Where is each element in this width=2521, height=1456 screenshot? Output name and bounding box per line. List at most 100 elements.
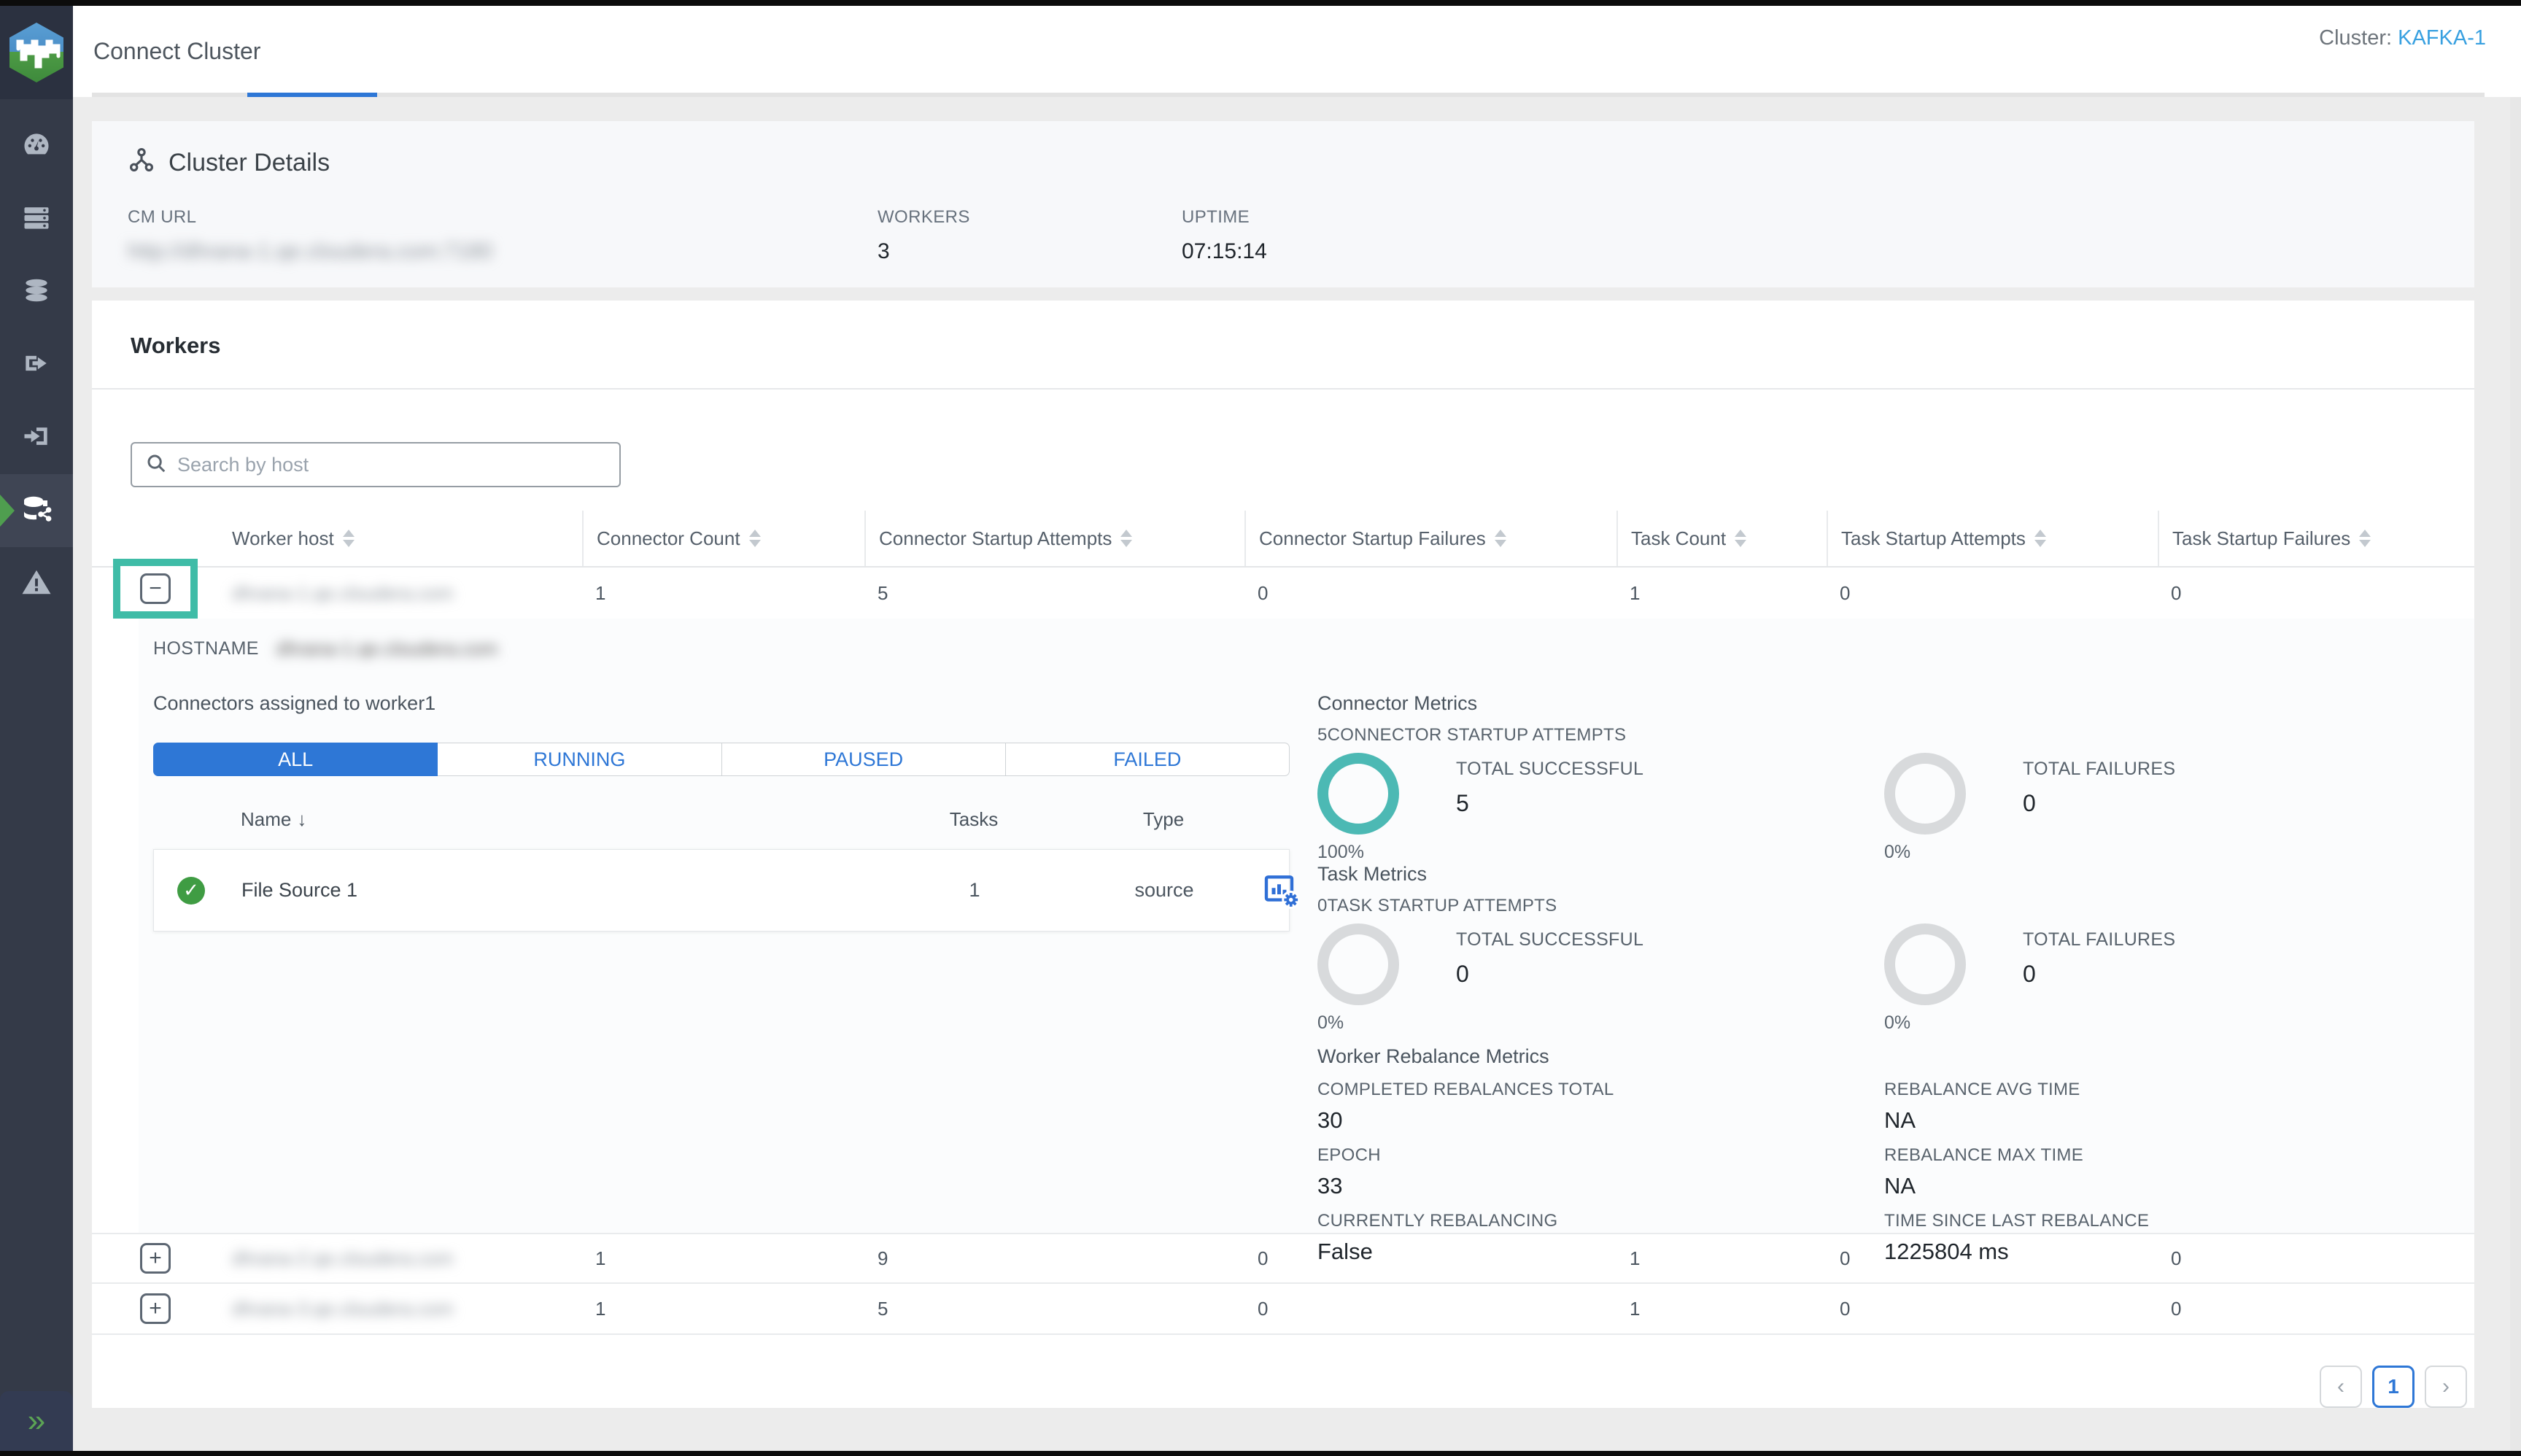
connectors-panel: Connectors assigned to worker1 ALL RUNNI…: [153, 692, 1290, 1277]
task-success-donut: [1317, 923, 1399, 1005]
col-name[interactable]: Name ↓: [241, 808, 883, 831]
collapse-row-button[interactable]: −: [140, 573, 171, 604]
tab-paused[interactable]: PAUSED: [722, 743, 1006, 776]
connect-icon: [19, 492, 54, 530]
worker-detail-panel: HOSTNAME dhrana-1.qe.cloudera.com Connec…: [139, 619, 2474, 1233]
scrollbar-track[interactable]: [2510, 6, 2521, 1451]
uptime-value: 07:15:14: [1182, 239, 1267, 264]
connector-tasks: 1: [883, 879, 1066, 902]
search-icon: [145, 452, 167, 478]
connector-startup-attempts-line: 5CONNECTOR STARTUP ATTEMPTS: [1317, 725, 2474, 746]
cm-url-field: CM URL http://dhrana-1.qe.cloudera.com:7…: [128, 207, 492, 264]
pagination-page-1-button[interactable]: 1: [2372, 1366, 2414, 1408]
task-metrics-donuts: TOTAL SUCCESSFUL 0 TOTAL FAILURES 0: [1317, 923, 2474, 1005]
connectors-table-header: Name ↓ Tasks Type: [153, 798, 1290, 840]
workers-value: 3: [878, 239, 970, 264]
sidebar-item-alerts[interactable]: [0, 547, 73, 620]
sidebar-item-consumers[interactable]: [0, 401, 73, 474]
sidebar-nav: [0, 109, 73, 620]
expander-cell: +: [92, 1293, 219, 1324]
sidebar-item-producers[interactable]: [0, 328, 73, 401]
workers-table: Worker host Connector Count Connector St…: [92, 511, 2474, 1335]
pagination-next-button[interactable]: ›: [2425, 1366, 2467, 1408]
window-bottom-edge: [0, 1451, 2521, 1456]
col-worker-host[interactable]: Worker host: [219, 511, 582, 566]
workers-table-header: Worker host Connector Count Connector St…: [92, 511, 2474, 568]
expander-column-header: [92, 511, 219, 566]
worker-host-value: dhrana-2.qe.cloudera.com: [219, 1247, 582, 1270]
col-task-startup-attempts[interactable]: Task Startup Attempts: [1827, 511, 2158, 566]
divider: [92, 388, 2474, 390]
worker-row-1: − dhrana-1.qe.cloudera.com 1 5 0 1 0 0: [92, 568, 2474, 619]
connector-name: File Source 1: [241, 879, 883, 902]
tab-all[interactable]: ALL: [153, 743, 438, 776]
task-startup-failures-value: 0: [2158, 582, 2474, 605]
cluster-label: Cluster:: [2319, 26, 2392, 50]
rebalance-max-time-field: REBALANCE MAX TIME NA: [1884, 1145, 2474, 1199]
active-tab-indicator: [247, 93, 377, 97]
workers-section-title: Workers: [92, 301, 2474, 359]
sidebar-expand-button[interactable]: »: [0, 1391, 73, 1451]
metrics-panel: Connector Metrics 5CONNECTOR STARTUP ATT…: [1290, 692, 2474, 1277]
highlight-callout-box: −: [113, 559, 198, 619]
rebalance-metrics-grid: COMPLETED REBALANCES TOTAL 30 EPOCH 33 C…: [1317, 1080, 2474, 1277]
sidebar-item-overview[interactable]: [0, 109, 73, 182]
sidebar: »: [0, 6, 73, 1451]
expand-row-button[interactable]: +: [140, 1293, 171, 1324]
sidebar-item-connect[interactable]: [0, 474, 73, 547]
connector-startup-attempts-value: 5: [864, 582, 1244, 605]
task-startup-attempts-value: 0: [1827, 582, 2158, 605]
col-connector-startup-attempts[interactable]: Connector Startup Attempts: [864, 511, 1244, 566]
epoch-field: EPOCH 33: [1317, 1145, 1884, 1199]
col-task-count[interactable]: Task Count: [1616, 511, 1827, 566]
workers-card: Workers Worker host Connector Count Conn…: [92, 301, 2474, 1408]
task-startup-failures-value: 0: [2158, 1298, 2474, 1320]
worker-row-3: + dhrana-3.qe.cloudera.com 1 5 0 1 0 0: [92, 1284, 2474, 1335]
cluster-details-header: Cluster Details: [128, 146, 2474, 180]
sidebar-item-topics[interactable]: [0, 255, 73, 328]
consumers-icon: [20, 420, 53, 456]
connector-startup-failures-value: 0: [1244, 1298, 1616, 1320]
task-failures-percent: 0%: [1884, 1012, 2474, 1034]
connector-count-value: 1: [582, 582, 864, 605]
sidebar-item-brokers[interactable]: [0, 182, 73, 255]
window-top-edge: [0, 0, 2521, 6]
search-input[interactable]: [177, 454, 606, 476]
col-type: Type: [1065, 808, 1262, 831]
connector-failures-percent: 0%: [1884, 842, 2474, 863]
tab-failed[interactable]: FAILED: [1006, 743, 1290, 776]
task-success-percent: 0%: [1317, 1012, 1884, 1034]
brokers-icon: [20, 201, 53, 237]
tab-running[interactable]: RUNNING: [438, 743, 721, 776]
task-failures-donut: [1884, 923, 1966, 1005]
connector-type: source: [1066, 879, 1263, 902]
col-tasks: Tasks: [883, 808, 1065, 831]
total-failures-label: TOTAL FAILURES: [2023, 759, 2175, 780]
connector-startup-attempts-value: 5: [864, 1298, 1244, 1320]
cluster-details-title: Cluster Details: [169, 149, 330, 177]
task-startup-attempts-line: 0TASK STARTUP ATTEMPTS: [1317, 896, 2474, 916]
task-count-value: 1: [1616, 582, 1827, 605]
smm-logo[interactable]: [0, 6, 73, 99]
completed-rebalances-field: COMPLETED REBALANCES TOTAL 30: [1317, 1080, 1884, 1134]
rebalance-metrics-title: Worker Rebalance Metrics: [1317, 1045, 2474, 1068]
col-task-startup-failures[interactable]: Task Startup Failures: [2158, 511, 2474, 566]
sort-icon: [2034, 530, 2046, 547]
sort-icon: [343, 530, 355, 547]
cluster-nodes-icon: [128, 146, 155, 180]
cluster-name-link[interactable]: KAFKA-1: [2398, 26, 2486, 50]
connector-row[interactable]: ✓ File Source 1 1 source: [153, 849, 1290, 932]
topics-icon: [20, 274, 53, 310]
task-count-value: 1: [1616, 1298, 1827, 1320]
total-successful-value: 5: [1456, 790, 1643, 817]
total-failures-value: 0: [2023, 790, 2175, 817]
pagination-prev-button[interactable]: ‹: [2320, 1366, 2362, 1408]
cm-url-label: CM URL: [128, 207, 492, 228]
connector-count-value: 1: [582, 1298, 864, 1320]
tab-strip: [92, 93, 2485, 97]
uptime-label: UPTIME: [1182, 207, 1267, 228]
currently-rebalancing-field: CURRENTLY REBALANCING False: [1317, 1211, 1884, 1265]
col-connector-count[interactable]: Connector Count: [582, 511, 864, 566]
workers-count-field: WORKERS 3: [878, 207, 970, 264]
col-connector-startup-failures[interactable]: Connector Startup Failures: [1244, 511, 1616, 566]
